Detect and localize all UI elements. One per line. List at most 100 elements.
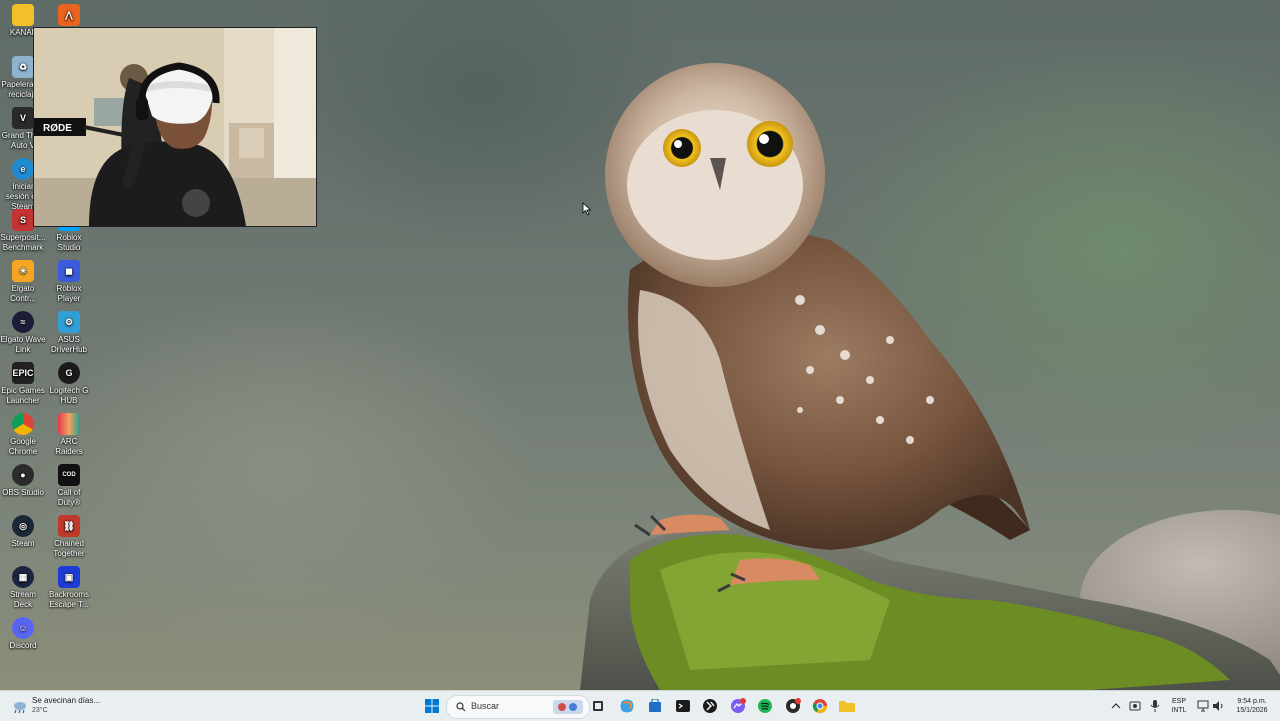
steam-icon: ◎	[12, 515, 34, 537]
mic-brand-label: RØDE	[43, 123, 72, 134]
call-of-duty-icon: COD	[58, 464, 80, 486]
store-button[interactable]	[645, 696, 665, 716]
store-icon	[649, 699, 661, 712]
recorder-icon	[786, 698, 801, 713]
recorder-button[interactable]	[783, 696, 803, 716]
app-icon: ⋀	[58, 4, 80, 26]
desktop-icon-label: OBS Studio	[2, 488, 44, 497]
spotify-icon	[758, 699, 772, 713]
chevron-up-icon	[1111, 703, 1121, 709]
copilot-icon	[620, 699, 634, 713]
microphone-button[interactable]	[1145, 696, 1165, 716]
tray-app-icon	[1129, 701, 1141, 711]
desktop-icon-label: Logitech G HUB	[49, 386, 89, 405]
wave-link-icon: ≈	[12, 311, 34, 333]
desktop-icon-google-chrome[interactable]: Google Chrome	[0, 413, 46, 457]
desktop-icon-label: ARC Raiders	[55, 437, 83, 456]
taskbar-search-box[interactable]: Buscar	[446, 695, 590, 719]
backrooms-icon: ▣	[58, 566, 80, 588]
desktop-icon-label: Epic Games Launcher	[1, 386, 45, 405]
desktop-icon-label: ASUS DriverHub	[50, 335, 87, 354]
terminal-button[interactable]	[673, 696, 693, 716]
arc-raiders-icon	[58, 413, 80, 435]
desktop-icon-label: Roblox Player	[56, 284, 82, 303]
desktop-icon-label: Superposit... Benchmark	[0, 233, 46, 252]
terminal-icon	[676, 700, 690, 712]
desktop-icon-label: Roblox Studio	[56, 233, 82, 252]
desktop-icon-label: Call of Duty®	[57, 488, 81, 507]
desktop-icon-app[interactable]: ⋀	[46, 4, 92, 28]
task-view-icon	[593, 701, 603, 711]
language-code: ESP	[1171, 698, 1186, 705]
desktop-icon-discord[interactable]: ☺ Discord	[0, 617, 46, 651]
desktop-icon-obs-studio[interactable]: ● OBS Studio	[0, 464, 46, 498]
desktop-icon-backrooms-escape[interactable]: ▣ Backrooms Escape T...	[46, 566, 92, 610]
desktop-icon-label: Elgato Contr...	[10, 284, 36, 303]
copilot-button[interactable]	[617, 696, 637, 716]
file-explorer-button[interactable]	[837, 696, 857, 716]
search-highlight-icon	[553, 700, 583, 714]
app-button[interactable]	[700, 696, 720, 716]
desktop-icon-label: Discord	[9, 641, 37, 650]
desktop-icon-steam[interactable]: ◎ Steam	[0, 515, 46, 549]
desktop-icon-label: Chained Together	[53, 539, 85, 558]
chained-together-icon: ⛓	[58, 515, 80, 537]
driverhub-icon: ⚙	[58, 311, 80, 333]
search-placeholder: Buscar	[471, 701, 500, 711]
chrome-button[interactable]	[810, 696, 830, 716]
desktop-icon-asus-driverhub[interactable]: ⚙ ASUS DriverHub	[46, 311, 92, 355]
benchmark-icon: S	[12, 209, 34, 231]
desktop-icon-label: Backrooms Escape T...	[48, 590, 89, 609]
owl-wallpaper-image	[580, 63, 1280, 690]
microphone-icon	[1150, 700, 1160, 712]
search-icon	[456, 702, 466, 712]
desktop-icon-elgato-control[interactable]: ☀ Elgato Contr...	[0, 260, 46, 304]
desktop-wallpaper[interactable]: KANAL ⋀ ♻ Papelera de reciclaje V Grand …	[0, 0, 1280, 690]
gta-icon: V	[12, 107, 34, 129]
weather-icon	[14, 702, 26, 714]
desktop-icon-call-of-duty[interactable]: COD Call of Duty®	[46, 464, 92, 508]
desktop-icon-logitech-g-hub[interactable]: G Logitech G HUB	[46, 362, 92, 406]
roblox-icon: ◼	[58, 260, 80, 282]
desktop-icon-chained-together[interactable]: ⛓ Chained Together	[46, 515, 92, 559]
desktop-icon-epic-games[interactable]: EPIC Epic Games Launcher	[0, 362, 46, 406]
messenger-icon	[731, 698, 746, 713]
app-icon	[703, 699, 717, 713]
weather-widget[interactable]: Se avecinan días... 23°C	[8, 695, 118, 717]
keyboard-layout: INTL	[1171, 707, 1187, 714]
folder-icon	[12, 4, 34, 26]
clock-time: 9:54 p.m.	[1237, 698, 1267, 705]
folder-icon	[839, 701, 855, 712]
taskbar: Se avecinan días... 23°C Buscar ESP INTL…	[0, 690, 1280, 721]
clock[interactable]: 9:54 p.m. 15/1/2026	[1228, 697, 1276, 715]
desktop-icon-label: Elgato Wave Link	[0, 335, 46, 354]
desktop-icon-stream-deck[interactable]: ▦ Stream Deck	[0, 566, 46, 610]
desktop-icon-label: Google Chrome	[8, 437, 38, 456]
obs-icon: ●	[12, 464, 34, 486]
language-indicator[interactable]: ESP INTL	[1166, 697, 1192, 715]
windows-start-icon	[425, 699, 439, 713]
desktop-icon-elgato-wave-link[interactable]: ≈ Elgato Wave Link	[0, 311, 46, 355]
volume-button[interactable]	[1208, 696, 1228, 716]
webcam-overlay: RØDE	[33, 27, 317, 227]
discord-icon: ☺	[12, 617, 34, 639]
epic-games-icon: EPIC	[12, 362, 34, 384]
desktop-icon-label: Stream Deck	[10, 590, 36, 609]
start-button[interactable]	[422, 696, 442, 716]
chrome-icon	[12, 413, 34, 435]
show-hidden-icons-button[interactable]	[1106, 696, 1126, 716]
elgato-control-icon: ☀	[12, 260, 34, 282]
chrome-icon	[812, 699, 827, 713]
webcam-feed: RØDE	[34, 28, 316, 226]
spotify-button[interactable]	[755, 696, 775, 716]
logitech-icon: G	[58, 362, 80, 384]
messenger-button[interactable]	[728, 696, 748, 716]
task-view-button[interactable]	[588, 696, 608, 716]
stream-deck-icon: ▦	[12, 566, 34, 588]
clock-date: 15/1/2026	[1236, 707, 1268, 714]
desktop-icon-arc-raiders[interactable]: ARC Raiders	[46, 413, 92, 457]
tray-app-button[interactable]	[1125, 696, 1145, 716]
weather-temperature: 23°C	[32, 707, 48, 714]
weather-forecast-text: Se avecinan días...	[32, 696, 101, 705]
desktop-icon-roblox-player[interactable]: ◼ Roblox Player	[46, 260, 92, 304]
